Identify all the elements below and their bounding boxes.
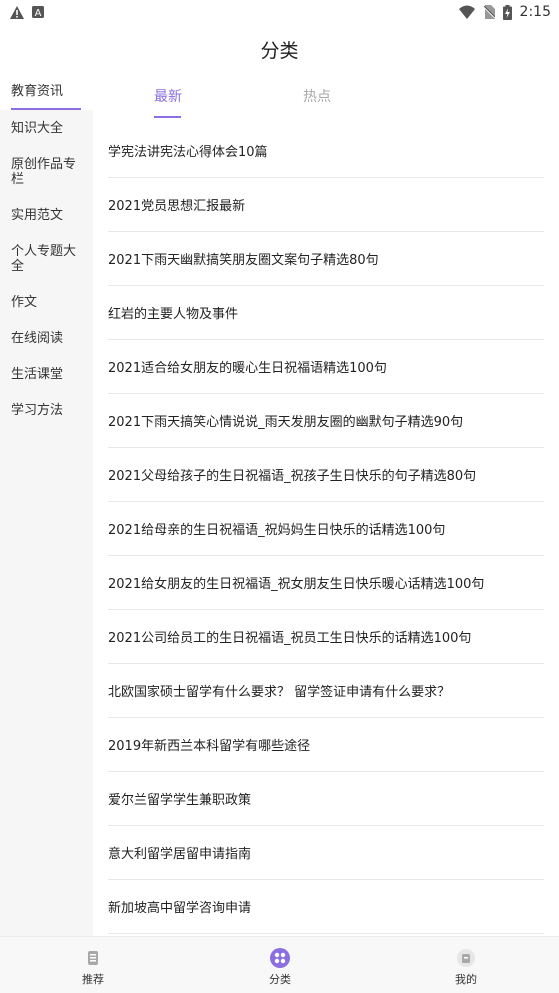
category-sidebar: 教育资讯 知识大全 原创作品专栏 实用范文 个人专题大全 作文 在线阅读 生活课… <box>0 78 93 936</box>
warning-icon <box>10 5 24 19</box>
sidebar-item-label: 生活课堂 <box>11 367 64 382</box>
screen: A 2:15 分类 教育资讯 知识大全 原创作品专栏 实用范文 个人专题大全 作… <box>0 0 559 993</box>
nav-mine[interactable]: 我的 <box>436 948 496 987</box>
sidebar-item-personal-topics[interactable]: 个人专题大全 <box>0 244 93 274</box>
list-item[interactable]: 2021给母亲的生日祝福语_祝妈妈生日快乐的话精选100句 <box>108 502 544 556</box>
sidebar-item-online-reading[interactable]: 在线阅读 <box>0 331 93 346</box>
list-item[interactable]: 2021下雨天搞笑心情说说_雨天发朋友圈的幽默句子精选90句 <box>108 394 544 448</box>
list-item[interactable]: 2021下雨天幽默搞笑朋友圈文案句子精选80句 <box>108 232 544 286</box>
nav-label: 我的 <box>455 973 477 986</box>
sidebar-item-practical-essays[interactable]: 实用范文 <box>0 208 93 223</box>
sidebar-item-label: 知识大全 <box>11 121 64 136</box>
list-item[interactable]: 2021给女朋友的生日祝福语_祝女朋友生日快乐暖心话精选100句 <box>108 556 544 610</box>
sidebar-active-indicator <box>11 108 81 110</box>
status-bar: A 2:15 <box>0 0 559 24</box>
sidebar-item-label: 教育资讯 <box>11 84 64 99</box>
svg-text:A: A <box>35 8 42 18</box>
list-item[interactable]: 新加坡高中留学咨询申请 <box>108 880 544 934</box>
wifi-icon <box>458 5 475 19</box>
sidebar-item-label: 学习方法 <box>11 403 64 418</box>
sidebar-item-knowledge[interactable]: 知识大全 <box>0 121 93 136</box>
tab-newest[interactable]: 最新 <box>154 88 182 106</box>
list-item[interactable]: 红岩的主要人物及事件 <box>108 286 544 340</box>
bottom-nav: 推荐 分类 我的 <box>0 936 559 993</box>
status-right: 2:15 <box>458 4 551 20</box>
sidebar-item-label: 个人专题大全 <box>11 244 77 274</box>
list-item[interactable]: 意大利留学居留申请指南 <box>108 826 544 880</box>
tab-bar: 最新 热点 <box>93 78 559 124</box>
article-list: 学宪法讲宪法心得体会10篇 2021党员思想汇报最新 2021下雨天幽默搞笑朋友… <box>108 124 544 934</box>
nav-label: 推荐 <box>82 973 104 986</box>
category-grid-icon <box>270 948 290 968</box>
sidebar-item-label: 实用范文 <box>11 208 64 223</box>
status-time: 2:15 <box>519 4 551 20</box>
list-item[interactable]: 爱尔兰留学学生兼职政策 <box>108 772 544 826</box>
list-item[interactable]: 2021适合给女朋友的暖心生日祝福语精选100句 <box>108 340 544 394</box>
sidebar-item-label: 作文 <box>11 295 38 310</box>
sidebar-item-education-news[interactable]: 教育资讯 <box>0 78 93 110</box>
profile-icon <box>457 949 475 967</box>
list-item[interactable]: 2021公司给员工的生日祝福语_祝员工生日快乐的话精选100句 <box>108 610 544 664</box>
list-item[interactable]: 2021父母给孩子的生日祝福语_祝孩子生日快乐的句子精选80句 <box>108 448 544 502</box>
sidebar-item-label: 原创作品专栏 <box>11 157 77 187</box>
nav-category[interactable]: 分类 <box>250 948 310 987</box>
page-title: 分类 <box>260 40 299 62</box>
sidebar-item-life-class[interactable]: 生活课堂 <box>0 367 93 382</box>
sidebar-item-study-methods[interactable]: 学习方法 <box>0 403 93 418</box>
sidebar-item-label: 在线阅读 <box>11 331 64 346</box>
list-item[interactable]: 2021党员思想汇报最新 <box>108 178 544 232</box>
battery-charging-icon <box>502 4 512 20</box>
tab-hot[interactable]: 热点 <box>303 88 331 106</box>
list-item[interactable]: 北欧国家硕士留学有什么要求？ 留学签证申请有什么要求？ <box>108 664 544 718</box>
status-left: A <box>10 5 44 19</box>
document-icon <box>88 951 98 965</box>
list-item[interactable]: 2019年新西兰本科留学有哪些途径 <box>108 718 544 772</box>
no-sim-icon <box>482 5 495 19</box>
tab-active-indicator <box>154 116 181 118</box>
sidebar-item-original-works[interactable]: 原创作品专栏 <box>0 157 93 187</box>
sidebar-item-composition[interactable]: 作文 <box>0 295 93 310</box>
nav-recommend[interactable]: 推荐 <box>63 948 123 987</box>
a-icon: A <box>32 6 44 18</box>
nav-label: 分类 <box>269 973 291 986</box>
list-item[interactable]: 学宪法讲宪法心得体会10篇 <box>108 124 544 178</box>
